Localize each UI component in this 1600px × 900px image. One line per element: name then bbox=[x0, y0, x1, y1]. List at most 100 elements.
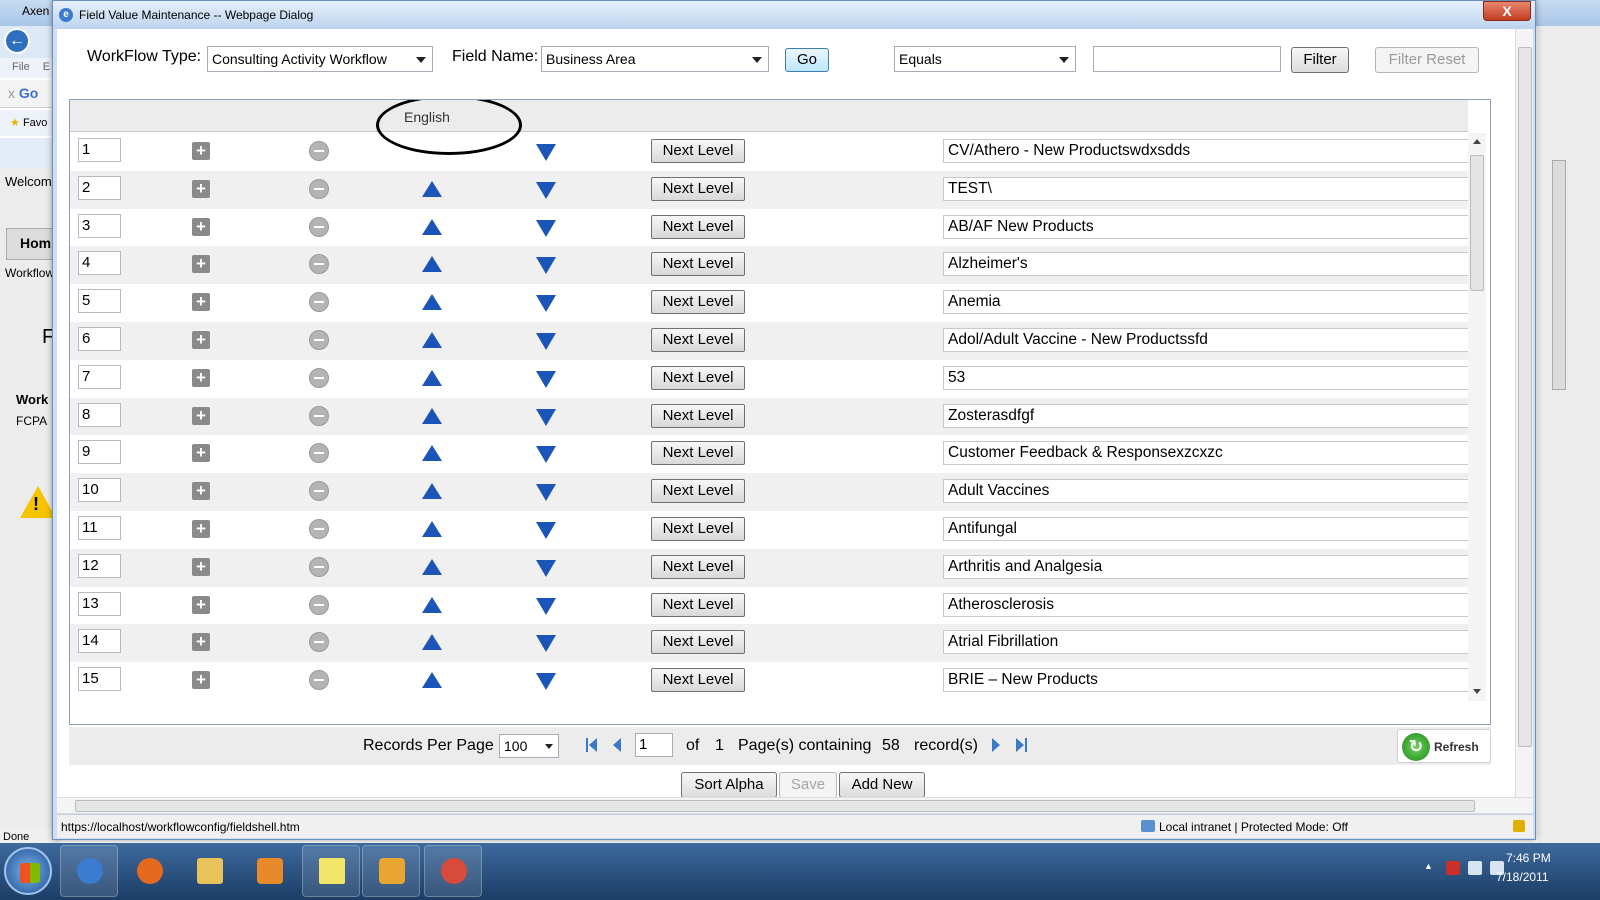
media-player-task[interactable] bbox=[240, 845, 298, 897]
close-button[interactable]: X bbox=[1483, 1, 1531, 21]
order-number-input[interactable]: 8 bbox=[78, 402, 121, 427]
remove-row-icon[interactable] bbox=[309, 141, 329, 161]
app-task[interactable] bbox=[424, 845, 482, 897]
order-number-input[interactable]: 7 bbox=[78, 364, 121, 389]
outlook-task[interactable] bbox=[362, 845, 420, 897]
move-up-icon[interactable] bbox=[422, 483, 442, 500]
move-up-icon[interactable] bbox=[422, 180, 442, 197]
firefox-task[interactable] bbox=[120, 845, 178, 897]
move-down-icon[interactable] bbox=[536, 295, 556, 313]
add-row-icon[interactable]: + bbox=[192, 595, 210, 614]
next-level-button[interactable]: Next Level bbox=[651, 403, 745, 428]
save-button[interactable]: Save bbox=[779, 772, 837, 798]
network-icon[interactable] bbox=[1468, 861, 1482, 875]
next-level-button[interactable]: Next Level bbox=[651, 290, 745, 315]
move-up-icon[interactable] bbox=[422, 407, 442, 424]
add-row-icon[interactable]: + bbox=[192, 368, 210, 387]
dialog-hscroll-thumb[interactable] bbox=[75, 800, 1475, 812]
order-number-input[interactable]: 6 bbox=[78, 326, 121, 351]
add-row-icon[interactable]: + bbox=[192, 293, 210, 312]
filter-reset-button[interactable]: Filter Reset bbox=[1375, 47, 1479, 73]
next-level-button[interactable]: Next Level bbox=[651, 252, 745, 277]
field-value-input[interactable]: Zosterasdfgf bbox=[943, 403, 1471, 428]
next-level-button[interactable]: Next Level bbox=[651, 668, 745, 693]
move-down-icon[interactable] bbox=[536, 144, 556, 161]
field-value-input[interactable]: Arthritis and Analgesia bbox=[943, 554, 1471, 579]
start-button[interactable] bbox=[4, 847, 52, 895]
field-value-input[interactable]: Customer Feedback & Responsexzcxzc bbox=[943, 441, 1471, 466]
add-row-icon[interactable]: + bbox=[192, 633, 210, 652]
order-number-input[interactable]: 1 bbox=[78, 138, 121, 162]
remove-row-icon[interactable] bbox=[309, 556, 329, 577]
next-level-button[interactable]: Next Level bbox=[651, 592, 745, 617]
move-down-icon[interactable] bbox=[536, 673, 556, 691]
move-down-icon[interactable] bbox=[536, 219, 556, 237]
add-row-icon[interactable]: + bbox=[192, 406, 210, 425]
next-level-button[interactable]: Next Level bbox=[651, 479, 745, 504]
next-page-icon[interactable] bbox=[992, 738, 1000, 752]
field-value-input[interactable]: Antifungal bbox=[943, 516, 1471, 541]
field-value-input[interactable]: CV/Athero - New Productswdxsdds bbox=[943, 139, 1471, 163]
order-number-input[interactable]: 5 bbox=[78, 289, 121, 314]
remove-row-icon[interactable] bbox=[309, 178, 329, 199]
move-down-icon[interactable] bbox=[536, 559, 556, 577]
move-up-icon[interactable] bbox=[422, 558, 442, 575]
field-value-input[interactable]: Adult Vaccines bbox=[943, 479, 1471, 504]
home-tab[interactable]: Hom bbox=[6, 228, 56, 260]
field-value-input[interactable]: 53 bbox=[943, 365, 1471, 390]
previous-page-icon[interactable] bbox=[613, 738, 621, 752]
remove-row-icon[interactable] bbox=[309, 518, 329, 539]
move-up-icon[interactable] bbox=[422, 596, 442, 613]
move-down-icon[interactable] bbox=[536, 370, 556, 388]
grid-vertical-scrollbar[interactable] bbox=[1468, 133, 1486, 701]
remove-row-icon[interactable] bbox=[309, 481, 329, 502]
move-up-icon[interactable] bbox=[422, 331, 442, 348]
remove-row-icon[interactable] bbox=[309, 292, 329, 313]
scroll-up-icon[interactable] bbox=[1473, 139, 1481, 144]
go-button[interactable]: Go bbox=[785, 48, 829, 72]
remove-row-icon[interactable] bbox=[309, 594, 329, 615]
move-down-icon[interactable] bbox=[536, 635, 556, 653]
add-row-icon[interactable]: + bbox=[192, 482, 210, 501]
clock-date[interactable]: 7/18/2011 bbox=[1496, 870, 1549, 884]
move-down-icon[interactable] bbox=[536, 181, 556, 199]
order-number-input[interactable]: 2 bbox=[78, 175, 121, 200]
grid-scroll-thumb[interactable] bbox=[1470, 155, 1484, 291]
filter-input[interactable] bbox=[1093, 46, 1281, 72]
next-level-button[interactable]: Next Level bbox=[651, 327, 745, 352]
action-center-icon[interactable] bbox=[1446, 861, 1460, 875]
remove-row-icon[interactable] bbox=[309, 405, 329, 426]
add-row-icon[interactable]: + bbox=[192, 330, 210, 349]
next-level-button[interactable]: Next Level bbox=[651, 441, 745, 466]
remove-row-icon[interactable] bbox=[309, 329, 329, 350]
internet-explorer-task[interactable] bbox=[60, 845, 118, 897]
next-level-button[interactable]: Next Level bbox=[651, 139, 745, 163]
order-number-input[interactable]: 13 bbox=[78, 591, 121, 616]
order-number-input[interactable]: 10 bbox=[78, 478, 121, 503]
move-up-icon[interactable] bbox=[422, 634, 442, 651]
order-number-input[interactable]: 15 bbox=[78, 667, 121, 692]
add-new-button[interactable]: Add New bbox=[839, 772, 925, 798]
page-number-input[interactable]: 1 bbox=[635, 733, 673, 757]
order-number-input[interactable]: 11 bbox=[78, 515, 121, 540]
order-number-input[interactable]: 12 bbox=[78, 553, 121, 578]
next-level-button[interactable]: Next Level bbox=[651, 554, 745, 579]
dialog-scroll-thumb[interactable] bbox=[1518, 47, 1532, 747]
move-up-icon[interactable] bbox=[422, 218, 442, 235]
add-row-icon[interactable]: + bbox=[192, 557, 210, 576]
move-down-icon[interactable] bbox=[536, 257, 556, 275]
add-row-icon[interactable]: + bbox=[192, 444, 210, 463]
add-row-icon[interactable]: + bbox=[192, 671, 210, 690]
next-level-button[interactable]: Next Level bbox=[651, 630, 745, 655]
operator-select[interactable]: Equals bbox=[894, 46, 1076, 72]
remove-row-icon[interactable] bbox=[309, 443, 329, 464]
field-name-select[interactable]: Business Area bbox=[541, 46, 769, 72]
order-number-input[interactable]: 3 bbox=[78, 213, 121, 238]
move-up-icon[interactable] bbox=[422, 520, 442, 537]
remove-row-icon[interactable] bbox=[309, 632, 329, 653]
field-value-input[interactable]: Adol/Adult Vaccine - New Productssfd bbox=[943, 327, 1471, 352]
field-value-input[interactable]: BRIE – New Products bbox=[943, 668, 1471, 693]
workflow-type-select[interactable]: Consulting Activity Workflow bbox=[207, 46, 433, 72]
move-down-icon[interactable] bbox=[536, 332, 556, 350]
explorer-task[interactable] bbox=[180, 845, 238, 897]
